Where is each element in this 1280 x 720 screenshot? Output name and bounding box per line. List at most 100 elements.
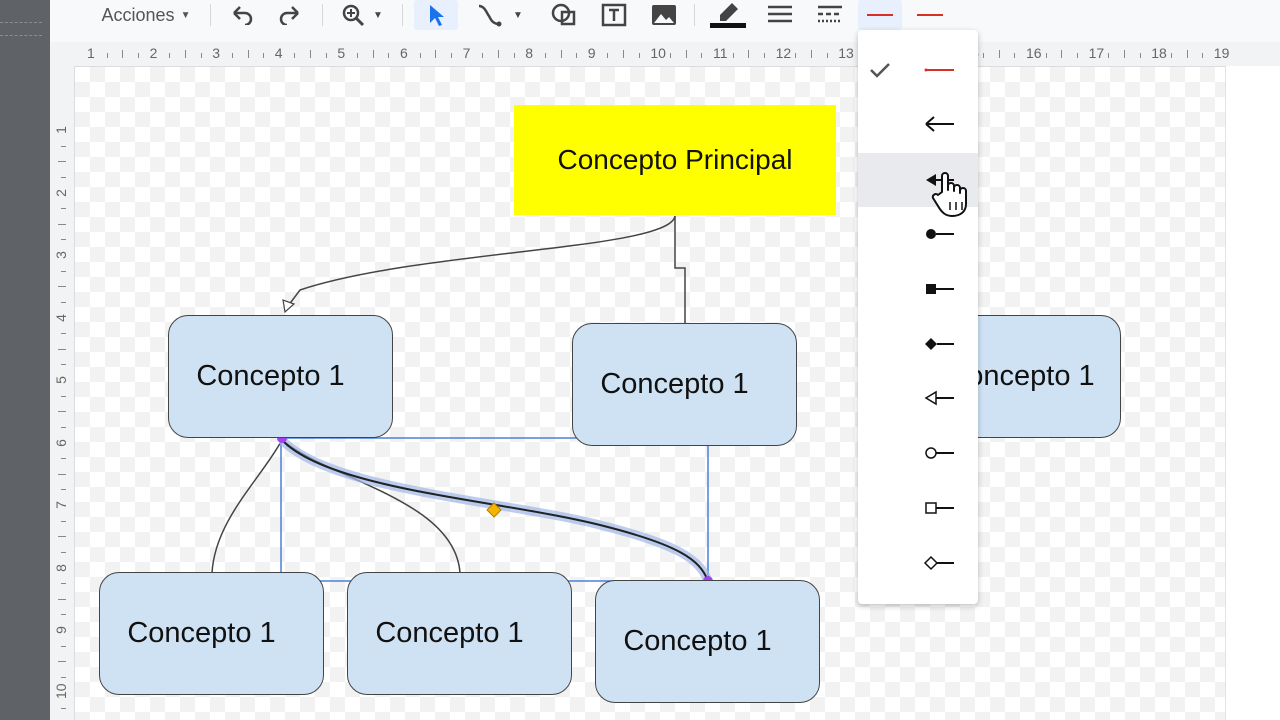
- concept-node[interactable]: Concepto 1: [168, 315, 393, 438]
- ruler-tick: [1108, 53, 1110, 58]
- undo-button[interactable]: [222, 0, 262, 30]
- ruler-label: 7: [462, 45, 471, 61]
- ruler-tick: [1061, 50, 1063, 58]
- ruler-tick: [61, 270, 66, 272]
- ruler-tick: [58, 286, 66, 288]
- line-weight-button[interactable]: [760, 0, 800, 30]
- ruler-tick: [357, 53, 359, 58]
- filled-diamond-start-icon: [925, 338, 954, 350]
- ruler-label: 1: [87, 45, 95, 61]
- connector-icon: [478, 4, 502, 27]
- ruler-tick: [58, 536, 66, 538]
- actions-menu-button[interactable]: Acciones ▼: [90, 0, 202, 30]
- node-label: Concepto Principal: [557, 144, 793, 175]
- redo-button[interactable]: [270, 0, 310, 30]
- ruler-tick: [419, 53, 421, 58]
- ruler-label: 6: [53, 438, 69, 447]
- ruler-tick: [61, 458, 66, 460]
- select-tool-button[interactable]: [414, 0, 458, 30]
- ruler-tick: [61, 708, 66, 710]
- actions-label: Acciones: [101, 4, 175, 25]
- ruler-tick: [497, 50, 499, 58]
- option-open-square[interactable]: [858, 481, 978, 535]
- shape-button[interactable]: [544, 0, 584, 30]
- concept-node[interactable]: Concepto 1: [572, 323, 797, 446]
- ruler-tick: [106, 53, 108, 58]
- ruler-tick: [61, 489, 66, 491]
- ruler-tick: [61, 333, 66, 335]
- image-button[interactable]: [644, 0, 684, 30]
- textbox-icon: [601, 3, 627, 27]
- ruler-tick: [61, 364, 66, 366]
- toolbar: Acciones ▼ ▼ ▼: [50, 0, 1280, 42]
- ruler-tick: [58, 473, 66, 475]
- ruler-tick: [263, 53, 265, 58]
- ruler-tick: [1139, 53, 1141, 58]
- ruler-tick: [607, 53, 609, 58]
- ruler-label: 10: [650, 45, 666, 61]
- ruler-tick: [560, 50, 562, 58]
- option-open-arrow[interactable]: [858, 371, 978, 425]
- node-label: Concepto 1: [600, 368, 749, 400]
- concept-node[interactable]: Concepto 1: [99, 572, 324, 695]
- ruler-label: 4: [274, 45, 283, 61]
- ruler-tick: [638, 53, 640, 58]
- ruler-tick: [1202, 53, 1204, 58]
- ruler-label: 18: [1151, 45, 1167, 61]
- option-none[interactable]: [858, 43, 978, 97]
- ruler-tick: [325, 53, 327, 58]
- zoom-icon: [342, 4, 365, 27]
- ruler-tick: [61, 176, 66, 178]
- ruler-label: 5: [337, 45, 346, 61]
- line-tool-button[interactable]: ▼: [468, 0, 530, 30]
- option-arrow[interactable]: [858, 97, 978, 151]
- ruler-label: 3: [53, 251, 69, 259]
- ruler-tick: [61, 583, 66, 585]
- zoom-button[interactable]: ▼: [334, 0, 390, 30]
- line-dash-button[interactable]: [810, 0, 850, 30]
- toolbar-divider: [210, 4, 211, 26]
- ruler-tick: [169, 53, 171, 58]
- ruler-tick: [685, 50, 687, 58]
- redo-icon: [279, 6, 299, 25]
- ruler-tick: [61, 145, 66, 147]
- ruler-tick: [482, 53, 484, 58]
- ruler-tick: [58, 161, 66, 163]
- ruler-label: 7: [53, 501, 69, 509]
- hand-cursor-icon: [931, 172, 967, 217]
- ruler-tick: [1186, 50, 1188, 58]
- ruler-tick: [58, 223, 66, 225]
- ruler-label: 12: [775, 45, 792, 61]
- option-filled-diamond[interactable]: [858, 317, 978, 371]
- line-none-icon: [924, 68, 954, 72]
- ruler-label: 1: [53, 126, 69, 134]
- ruler-tick: [294, 53, 296, 58]
- caret-down-icon: ▼: [180, 9, 191, 21]
- option-open-circle[interactable]: [858, 426, 978, 480]
- ruler-tick: [58, 411, 66, 413]
- vertical-ruler: 1 2 3 4 5 6 7 8 9 10: [50, 66, 75, 720]
- concept-node[interactable]: Concepto 1: [347, 572, 572, 695]
- ruler-tick: [810, 50, 812, 58]
- left-panel: [0, 0, 50, 720]
- ruler-tick: [1076, 53, 1078, 58]
- concept-node[interactable]: Concepto 1: [595, 580, 820, 703]
- ruler-tick: [137, 53, 139, 58]
- ruler-tick: [388, 53, 390, 58]
- option-filled-square[interactable]: [858, 262, 978, 316]
- ruler-tick: [200, 53, 202, 58]
- main-concept-node[interactable]: Concepto Principal: [514, 105, 836, 215]
- ruler-label: 6: [400, 45, 408, 61]
- ruler-tick: [513, 53, 515, 58]
- line-start-menu: [858, 30, 978, 604]
- arrow-start-icon: [925, 116, 954, 132]
- ruler-tick: [58, 661, 66, 663]
- textbox-button[interactable]: [594, 0, 634, 30]
- option-open-diamond[interactable]: [858, 536, 978, 590]
- line-color-button[interactable]: [706, 0, 750, 30]
- line-start-button[interactable]: [858, 0, 902, 30]
- ruler-tick: [122, 50, 124, 58]
- line-end-button[interactable]: [908, 0, 952, 30]
- toolbar-divider: [694, 4, 695, 26]
- ruler-tick: [61, 614, 66, 616]
